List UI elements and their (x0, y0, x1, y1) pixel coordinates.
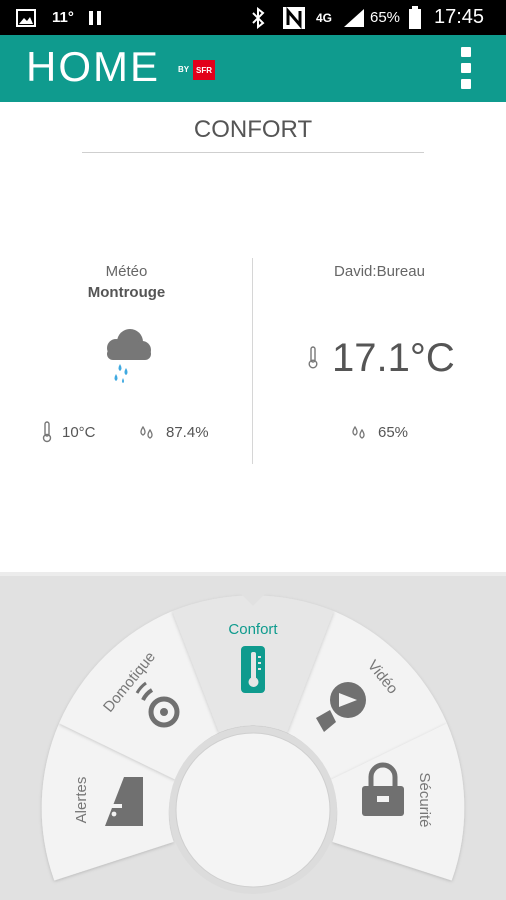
nav-wheel: Alertes Domotique Vidéo Sécurité Confort (41, 593, 465, 894)
signal-icon (343, 0, 365, 35)
page-title: CONFORT (82, 112, 424, 153)
weather-humidity: 87.4% (138, 420, 209, 444)
logo-sfr: SFR (193, 60, 215, 80)
bluetooth-icon (251, 0, 265, 35)
logo-by: BY (178, 65, 190, 74)
pause-icon (88, 0, 102, 35)
room-humidity: 65% (350, 420, 408, 444)
thermometer-icon (42, 421, 52, 443)
status-temperature: 11° (52, 9, 74, 26)
overflow-menu-icon[interactable] (456, 47, 476, 89)
thermometer-icon (308, 346, 318, 369)
battery-percent: 65% (370, 9, 401, 26)
network-type: 4G (316, 10, 333, 25)
room-temperature: 17.1°C (308, 332, 455, 384)
clock: 17:45 (434, 6, 485, 28)
thermometer-icon (241, 646, 265, 693)
humidity-icon (352, 425, 365, 439)
nav-label-alertes: Alertes (73, 777, 90, 824)
battery-icon (408, 0, 422, 35)
room-label: David:Bureau (334, 263, 425, 280)
nav-label-confort: Confort (228, 621, 278, 638)
weather-temperature: 10°C (42, 420, 96, 444)
rain-cloud-icon (96, 326, 156, 391)
weather-label: Météo (105, 263, 148, 280)
nfc-icon (283, 0, 305, 35)
panel-divider (252, 258, 253, 464)
nav-label-securite: Sécurité (416, 772, 433, 827)
logo-home: HOME (26, 43, 160, 90)
humidity-icon (140, 425, 153, 439)
status-bar: 11° 4G 65% 17:45 (0, 0, 506, 35)
app-bar: HOME BY SFR (0, 35, 506, 102)
gallery-notification-icon (16, 0, 36, 35)
weather-city: Montrouge (87, 284, 166, 301)
nav-center-button[interactable] (169, 726, 337, 894)
